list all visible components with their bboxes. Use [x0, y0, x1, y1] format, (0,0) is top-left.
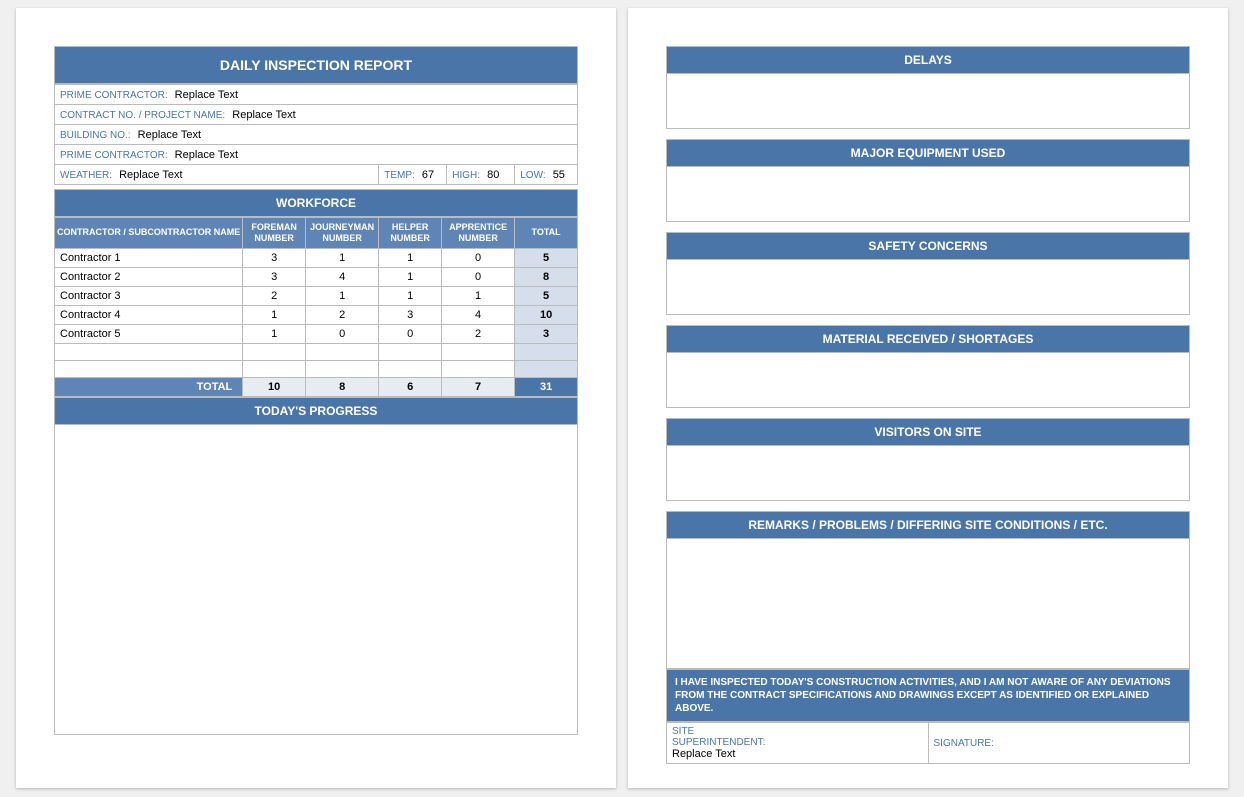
- table-row: Contractor 4123410: [55, 305, 578, 324]
- workforce-table: CONTRACTOR / SUBCONTRACTOR NAME FOREMAN …: [54, 217, 578, 397]
- col-foreman: FOREMAN NUMBER: [243, 218, 306, 249]
- weather-label: WEATHER:: [60, 170, 116, 181]
- remarks-area[interactable]: [666, 539, 1190, 669]
- workforce-header: WORKFORCE: [54, 189, 578, 217]
- table-row: Contractor 131105: [55, 248, 578, 267]
- table-row: [55, 343, 578, 360]
- remarks-header: REMARKS / PROBLEMS / DIFFERING SITE COND…: [666, 511, 1190, 539]
- low-value[interactable]: 55: [553, 169, 565, 181]
- prime1-label: PRIME CONTRACTOR:: [60, 90, 172, 101]
- page-1: DAILY INSPECTION REPORT PRIME CONTRACTOR…: [16, 8, 616, 788]
- signature-table: SITE SUPERINTENDENT:Replace Text SIGNATU…: [666, 722, 1190, 764]
- certification-text: I HAVE INSPECTED TODAY'S CONSTRUCTION AC…: [666, 669, 1190, 722]
- safety-area[interactable]: [666, 260, 1190, 315]
- col-total: TOTAL: [515, 218, 578, 249]
- prime2-value[interactable]: Replace Text: [175, 149, 238, 161]
- page-2: DELAYS MAJOR EQUIPMENT USED SAFETY CONCE…: [628, 8, 1228, 788]
- equipment-header: MAJOR EQUIPMENT USED: [666, 139, 1190, 167]
- temp-value[interactable]: 67: [422, 169, 434, 181]
- building-label: BUILDING NO.:: [60, 130, 135, 141]
- high-value[interactable]: 80: [487, 169, 499, 181]
- col-contractor: CONTRACTOR / SUBCONTRACTOR NAME: [55, 218, 243, 249]
- high-label: HIGH:: [452, 170, 484, 181]
- table-row: Contractor 510023: [55, 324, 578, 343]
- delays-header: DELAYS: [666, 46, 1190, 74]
- table-row: [55, 360, 578, 377]
- progress-header: TODAY'S PROGRESS: [54, 397, 578, 425]
- contract-value[interactable]: Replace Text: [232, 109, 295, 121]
- superintendent-label: SITE SUPERINTENDENT:: [672, 726, 923, 748]
- safety-header: SAFETY CONCERNS: [666, 232, 1190, 260]
- temp-label: TEMP:: [384, 170, 419, 181]
- visitors-area[interactable]: [666, 446, 1190, 501]
- table-row: Contractor 321115: [55, 286, 578, 305]
- contract-label: CONTRACT NO. / PROJECT NAME:: [60, 110, 229, 121]
- prime2-label: PRIME CONTRACTOR:: [60, 150, 172, 161]
- totals-row: TOTAL 10 8 6 7 31: [55, 377, 578, 396]
- report-title: DAILY INSPECTION REPORT: [54, 46, 578, 84]
- col-helper: HELPER NUMBER: [379, 218, 442, 249]
- low-label: LOW:: [520, 170, 549, 181]
- visitors-header: VISITORS ON SITE: [666, 418, 1190, 446]
- col-apprentice: APPRENTICE NUMBER: [442, 218, 515, 249]
- prime1-value[interactable]: Replace Text: [175, 89, 238, 101]
- col-journeyman: JOURNEYMAN NUMBER: [306, 218, 379, 249]
- material-area[interactable]: [666, 353, 1190, 408]
- delays-area[interactable]: [666, 74, 1190, 129]
- progress-area[interactable]: [54, 425, 578, 735]
- equipment-area[interactable]: [666, 167, 1190, 222]
- signature-label: SIGNATURE:: [934, 738, 994, 749]
- info-table: PRIME CONTRACTOR: Replace Text CONTRACT …: [54, 84, 578, 185]
- material-header: MATERIAL RECEIVED / SHORTAGES: [666, 325, 1190, 353]
- superintendent-value[interactable]: Replace Text: [672, 748, 735, 760]
- weather-value[interactable]: Replace Text: [119, 169, 182, 181]
- table-row: Contractor 234108: [55, 267, 578, 286]
- building-value[interactable]: Replace Text: [138, 129, 201, 141]
